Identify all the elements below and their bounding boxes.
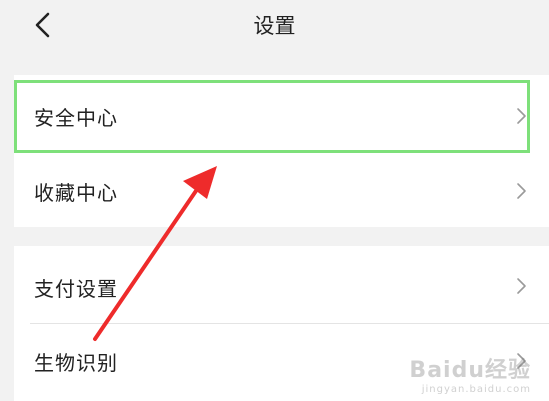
watermark: Baidu经验 jingyan.baidu.com	[409, 352, 531, 395]
annotation-arrow	[93, 166, 217, 341]
watermark-sub: jingyan.baidu.com	[421, 384, 531, 395]
watermark-main: Baidu经验	[409, 358, 531, 383]
settings-screen: 设置 安全中心 收藏中心 支付设置 生物识别 Baidu经验 jingyan.b…	[0, 0, 549, 401]
